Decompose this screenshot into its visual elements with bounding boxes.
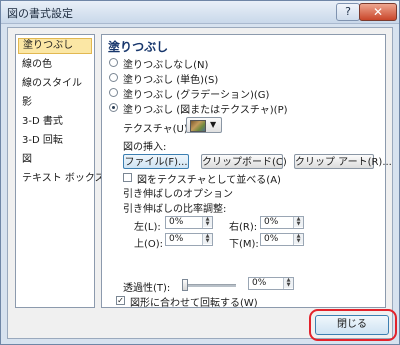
- left-offset-label: 左(L):: [134, 222, 161, 233]
- left-offset-spinner[interactable]: 0% ▲ ▼: [165, 216, 213, 229]
- radio-solid-fill[interactable]: [109, 73, 118, 82]
- file-button[interactable]: ファイル(F)...: [123, 154, 189, 169]
- stretch-options-label: 引き伸ばしのオプション: [123, 189, 233, 200]
- radio-solid-fill-label: 塗りつぶし (単色)(S): [123, 75, 219, 86]
- top-offset-spinner[interactable]: 0% ▲ ▼: [165, 233, 213, 246]
- right-offset-spinner[interactable]: 0% ▲ ▼: [260, 216, 304, 229]
- format-picture-dialog: 図の書式設定 ? ✕ 塗りつぶし 線の色 線のスタイル 影 3-D 書式 3-D…: [0, 0, 400, 345]
- category-list: 塗りつぶし 線の色 線のスタイル 影 3-D 書式 3-D 回転 図 テキスト …: [15, 34, 105, 308]
- clipboard-button[interactable]: クリップボード(C): [201, 154, 287, 169]
- insert-from-label: 図の挿入:: [123, 142, 167, 153]
- sidebar-item-shadow[interactable]: 影: [18, 95, 96, 111]
- sidebar-item-fill[interactable]: 塗りつぶし: [18, 38, 92, 54]
- texture-dropdown[interactable]: ▼: [186, 117, 222, 133]
- top-offset-label: 上(O):: [134, 239, 164, 250]
- rotate-with-shape-label: 図形に合わせて回転する(W): [130, 298, 258, 309]
- title-bar: 図の書式設定 ? ✕: [1, 1, 399, 24]
- bottom-offset-value: 0%: [264, 234, 279, 244]
- left-offset-value: 0%: [169, 217, 184, 227]
- transparency-slider-thumb[interactable]: [182, 279, 188, 291]
- rotate-with-shape-checkbox[interactable]: ✓: [116, 296, 125, 305]
- dialog-body: 塗りつぶし 線の色 線のスタイル 影 3-D 書式 3-D 回転 図 テキスト …: [7, 27, 393, 339]
- radio-no-fill[interactable]: [109, 58, 118, 67]
- clipart-button[interactable]: クリップ アート(R)...: [294, 154, 392, 169]
- chevron-down-icon: ▼: [210, 120, 217, 129]
- transparency-spinner[interactable]: 0% ▲ ▼: [248, 277, 294, 290]
- spinner-arrows[interactable]: ▲ ▼: [202, 217, 212, 228]
- radio-gradient-fill[interactable]: [109, 88, 118, 97]
- texture-label: テクスチャ(U):: [123, 124, 192, 135]
- tile-checkbox[interactable]: [123, 173, 132, 182]
- transparency-value: 0%: [252, 278, 267, 288]
- section-heading: 塗りつぶし: [108, 40, 169, 54]
- spinner-arrows[interactable]: ▲ ▼: [283, 278, 293, 289]
- sidebar-item-line-color[interactable]: 線の色: [18, 57, 96, 73]
- top-offset-value: 0%: [169, 234, 184, 244]
- right-offset-label: 右(R):: [229, 222, 258, 233]
- offsets-label: 引き伸ばしの比率調整:: [123, 204, 227, 215]
- spinner-arrows[interactable]: ▲ ▼: [202, 234, 212, 245]
- right-offset-value: 0%: [264, 217, 279, 227]
- transparency-label: 透過性(T):: [123, 283, 171, 294]
- radio-picture-fill-label: 塗りつぶし (図またはテクスチャ)(P): [123, 105, 288, 116]
- tile-checkbox-label: 図をテクスチャとして並べる(A): [137, 175, 281, 186]
- sidebar-item-3d-format[interactable]: 3-D 書式: [18, 114, 96, 130]
- close-window-button[interactable]: ✕: [359, 3, 397, 21]
- bottom-offset-label: 下(M):: [229, 239, 259, 250]
- spinner-arrows[interactable]: ▲ ▼: [293, 234, 303, 245]
- spinner-arrows[interactable]: ▲ ▼: [293, 217, 303, 228]
- radio-picture-fill[interactable]: [109, 103, 118, 112]
- sidebar-item-3d-rotation[interactable]: 3-D 回転: [18, 133, 96, 149]
- sidebar-item-line-style[interactable]: 線のスタイル: [18, 76, 96, 92]
- dialog-title: 図の書式設定: [7, 7, 73, 20]
- transparency-slider-track[interactable]: [182, 284, 236, 287]
- help-button[interactable]: ?: [336, 3, 360, 21]
- texture-swatch: [190, 120, 206, 132]
- sidebar-item-text-box[interactable]: テキスト ボックス: [18, 171, 105, 187]
- sidebar-item-picture[interactable]: 図: [18, 152, 96, 168]
- radio-gradient-fill-label: 塗りつぶし (グラデーション)(G): [123, 90, 270, 101]
- annotation-highlight: [309, 309, 397, 341]
- bottom-offset-spinner[interactable]: 0% ▲ ▼: [260, 233, 304, 246]
- fill-panel: 塗りつぶし 塗りつぶしなし(N) 塗りつぶし (単色)(S) 塗りつぶし (グラ…: [101, 34, 392, 309]
- radio-no-fill-label: 塗りつぶしなし(N): [123, 60, 209, 71]
